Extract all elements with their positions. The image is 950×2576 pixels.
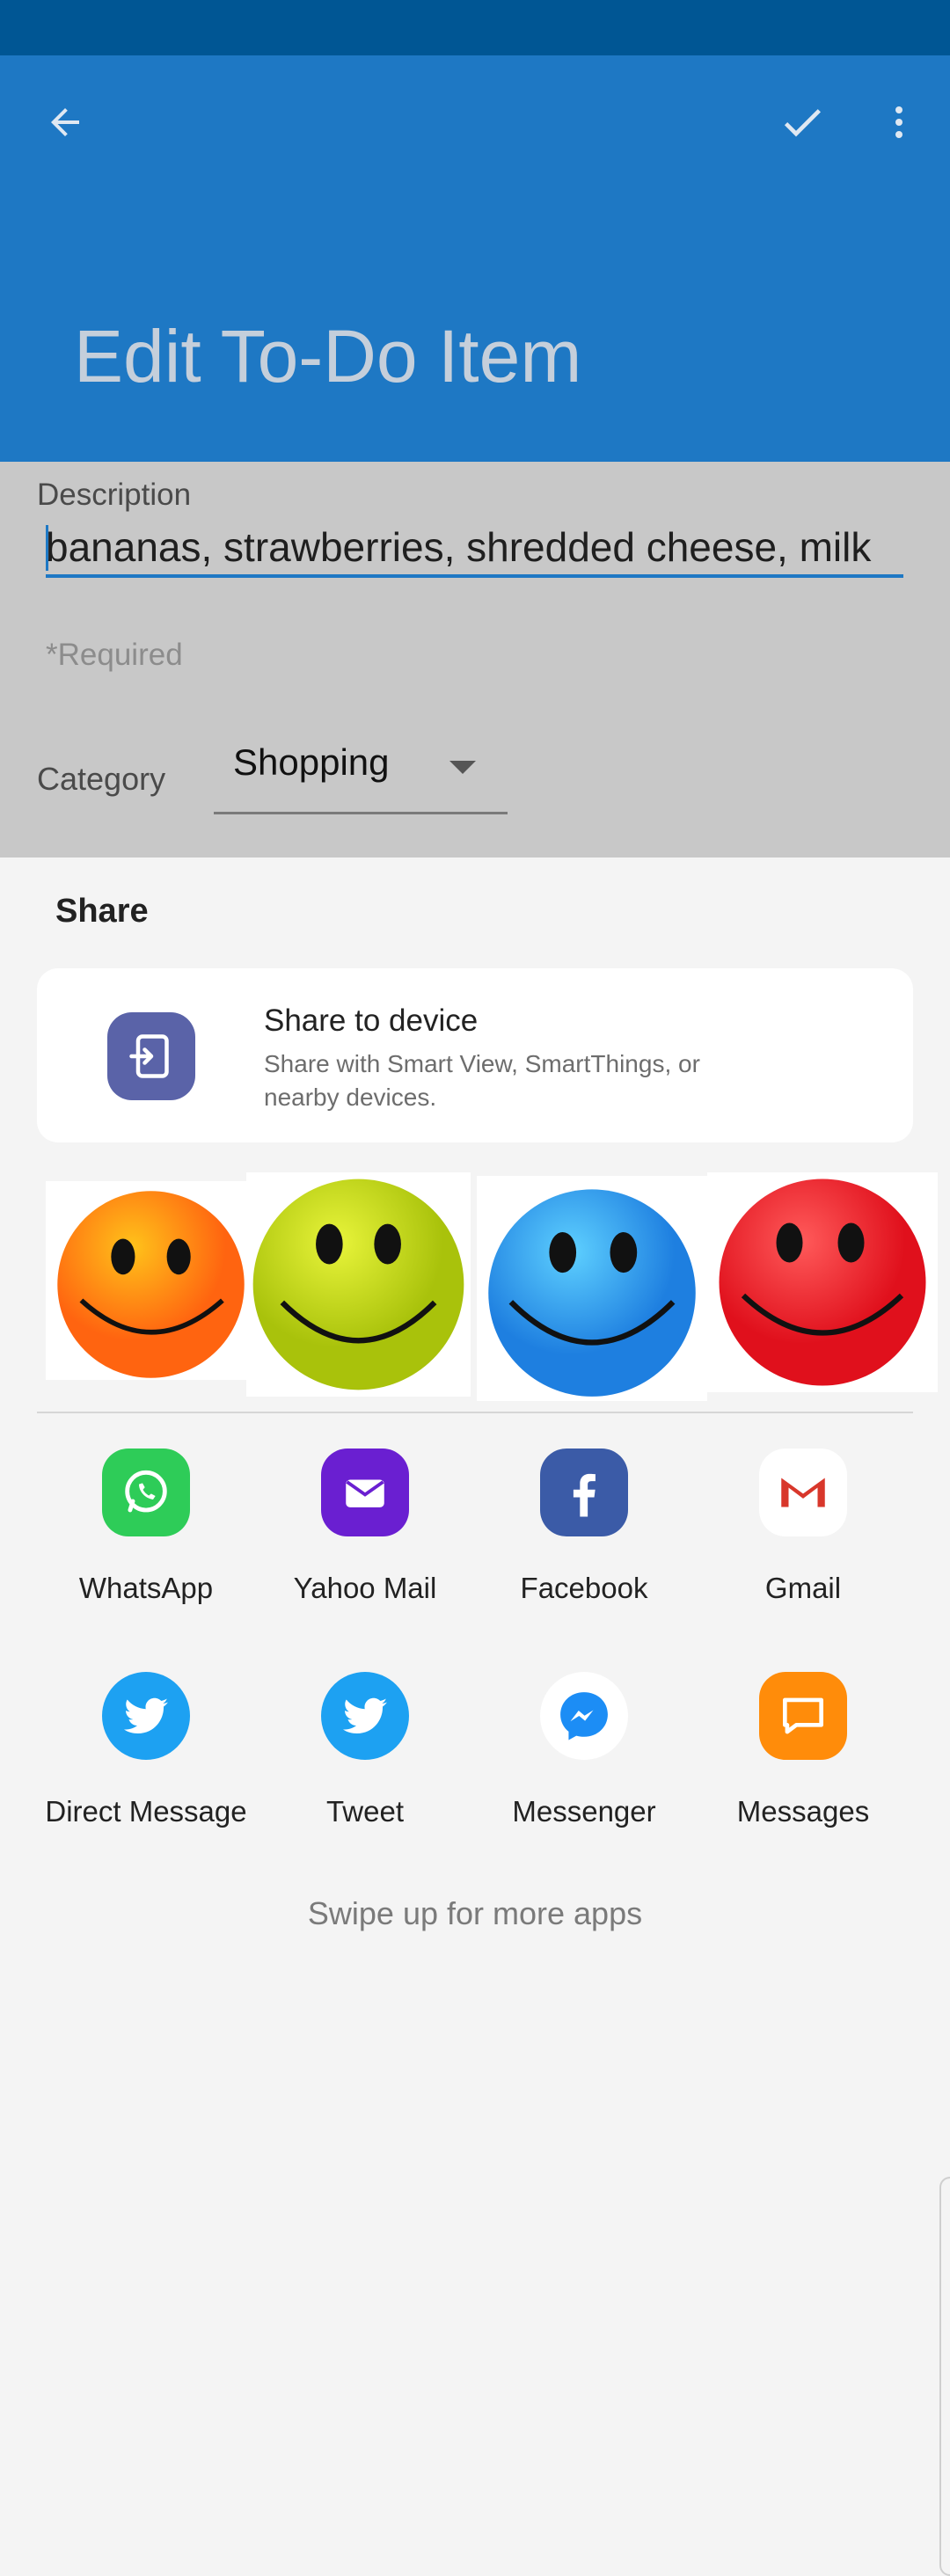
- messenger-icon: [540, 1672, 628, 1760]
- share-app-messenger[interactable]: Messenger: [474, 1672, 694, 1828]
- category-label: Category: [37, 761, 166, 797]
- description-label: Description: [37, 478, 192, 512]
- status-bar: [0, 0, 950, 55]
- orange-smiley: [46, 1181, 248, 1380]
- app-label: Messages: [736, 1795, 870, 1828]
- share-to-device-title: Share to device: [264, 1003, 479, 1038]
- yellow-green-smiley: [246, 1172, 471, 1397]
- edge-panel-handle[interactable]: [939, 2177, 950, 2576]
- arrow-left-icon: [51, 108, 79, 136]
- app-label: Tweet: [325, 1795, 405, 1828]
- app-bar: Edit To-Do Item: [0, 55, 950, 462]
- share-to-device-card[interactable]: Share to device Share with Smart View, S…: [37, 968, 913, 1142]
- share-sheet: Share Share to device Share with Smart V…: [0, 857, 950, 2576]
- divider: [37, 1412, 913, 1413]
- category-dropdown[interactable]: Shopping: [214, 734, 508, 814]
- confirm-button[interactable]: [760, 80, 844, 164]
- back-button[interactable]: [23, 80, 107, 164]
- red-smiley: [707, 1172, 938, 1392]
- required-note: *Required: [46, 638, 183, 672]
- description-value: bananas, strawberries, shredded cheese, …: [46, 524, 872, 570]
- app-label: Messenger: [512, 1795, 656, 1828]
- share-to-device-subtitle: Share with Smart View, SmartThings, or n…: [264, 1050, 700, 1111]
- share-app-yahoo-mail[interactable]: Yahoo Mail: [255, 1449, 475, 1605]
- messages-icon: [759, 1672, 847, 1760]
- smiley-image-strip[interactable]: [46, 1172, 939, 1401]
- share-app-gmail[interactable]: Gmail: [693, 1449, 913, 1605]
- app-label: Facebook: [520, 1572, 648, 1604]
- page-title: Edit To-Do Item: [74, 315, 582, 398]
- twitter-icon: [321, 1672, 409, 1760]
- app-label: Direct Message: [45, 1795, 247, 1828]
- facebook-icon: [540, 1449, 628, 1536]
- category-value: Shopping: [233, 741, 390, 783]
- dropdown-arrow-icon: [449, 761, 476, 774]
- app-label: WhatsApp: [78, 1572, 214, 1604]
- share-app-direct-message[interactable]: Direct Message: [36, 1672, 256, 1828]
- app-label: Gmail: [764, 1572, 842, 1604]
- share-app-messages[interactable]: Messages: [693, 1672, 913, 1828]
- share-app-facebook[interactable]: Facebook: [474, 1449, 694, 1605]
- overflow-menu-button[interactable]: [857, 80, 941, 164]
- swipe-hint: Swipe up for more apps: [307, 1895, 643, 1931]
- check-icon: [784, 109, 821, 137]
- yahoo-mail-icon: [321, 1449, 409, 1536]
- share-title: Share: [55, 893, 149, 930]
- edit-form: Description bananas, strawberries, shred…: [0, 462, 950, 857]
- more-vert-icon: [895, 106, 902, 138]
- description-input[interactable]: bananas, strawberries, shredded cheese, …: [46, 520, 903, 578]
- twitter-icon: [102, 1672, 190, 1760]
- app-label: Yahoo Mail: [293, 1572, 437, 1604]
- share-to-device-icon: [107, 1012, 195, 1100]
- share-app-whatsapp[interactable]: WhatsApp: [36, 1449, 256, 1605]
- share-app-tweet[interactable]: Tweet: [255, 1672, 475, 1828]
- blue-smiley: [477, 1176, 707, 1401]
- whatsapp-icon: [102, 1449, 190, 1536]
- gmail-icon: [759, 1449, 847, 1536]
